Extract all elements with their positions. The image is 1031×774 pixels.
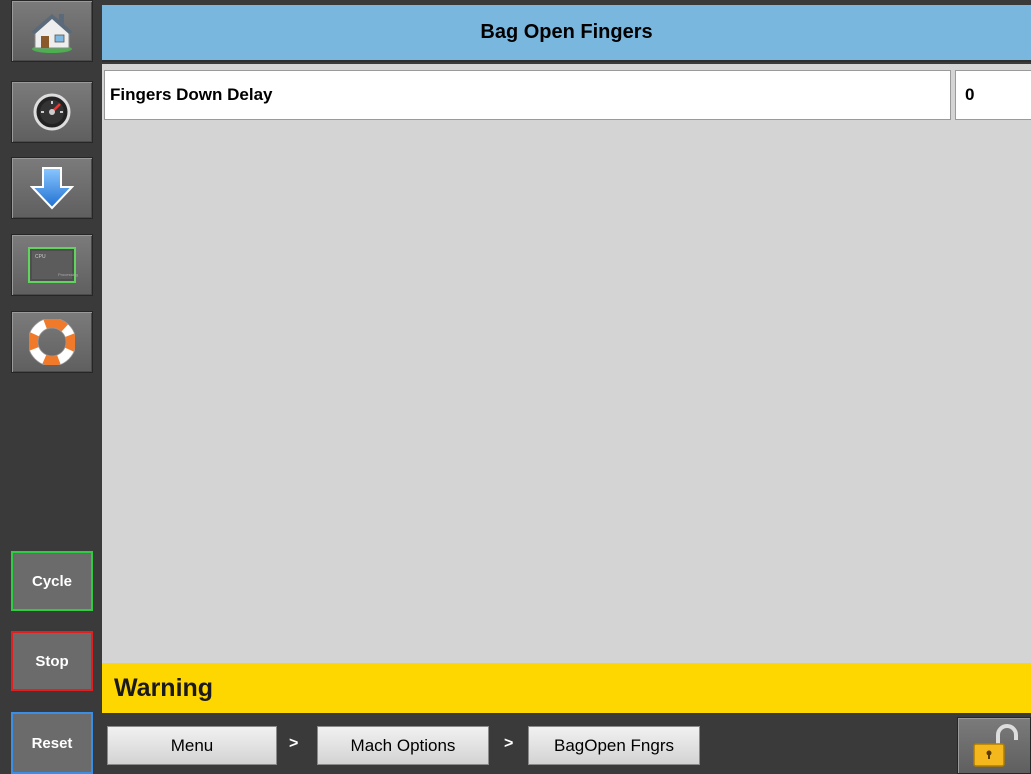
- svg-text:CPU: CPU: [35, 254, 46, 260]
- cpu-chip-icon: CPU Processing: [28, 247, 78, 283]
- breadcrumb: Menu > Mach Options > BagOpen Fngrs: [102, 713, 1031, 774]
- breadcrumb-separator: >: [504, 735, 514, 752]
- cycle-label: Cycle: [31, 572, 73, 590]
- fingers-down-delay-value[interactable]: 0: [955, 70, 1031, 120]
- download-button[interactable]: [11, 157, 93, 219]
- gauge-button[interactable]: [11, 81, 93, 143]
- home-button[interactable]: [11, 0, 93, 62]
- stop-label: Stop: [35, 652, 69, 670]
- fingers-down-delay-label: Fingers Down Delay: [104, 70, 951, 120]
- parameter-panel: Fingers Down Delay 0: [102, 64, 1031, 663]
- home-icon: [31, 14, 73, 53]
- unlocked-padlock-icon: [973, 723, 1018, 767]
- breadcrumb-bagopen-fngrs[interactable]: BagOpen Fngrs: [528, 726, 700, 765]
- cpu-button[interactable]: CPU Processing: [11, 234, 93, 296]
- cycle-button[interactable]: Cycle: [11, 551, 93, 611]
- page-title: Bag Open Fingers: [102, 5, 1031, 62]
- stop-button[interactable]: Stop: [11, 631, 93, 691]
- download-arrow-icon: [30, 167, 74, 210]
- warning-text: Warning: [114, 673, 214, 702]
- gauge-icon: [33, 93, 71, 131]
- life-ring-icon: [29, 319, 75, 365]
- breadcrumb-separator: >: [289, 735, 299, 752]
- breadcrumb-menu[interactable]: Menu: [107, 726, 277, 765]
- hmi-screen: CPU Processing Cycle Stop Reset Bag Open…: [0, 0, 1031, 774]
- reset-label: Reset: [31, 734, 73, 752]
- breadcrumb-mach-options[interactable]: Mach Options: [317, 726, 489, 765]
- warning-banner: Warning: [102, 663, 1031, 713]
- help-button[interactable]: [11, 311, 93, 373]
- svg-text:Processing: Processing: [58, 272, 78, 277]
- lock-button[interactable]: [957, 717, 1031, 774]
- reset-button[interactable]: Reset: [11, 712, 93, 774]
